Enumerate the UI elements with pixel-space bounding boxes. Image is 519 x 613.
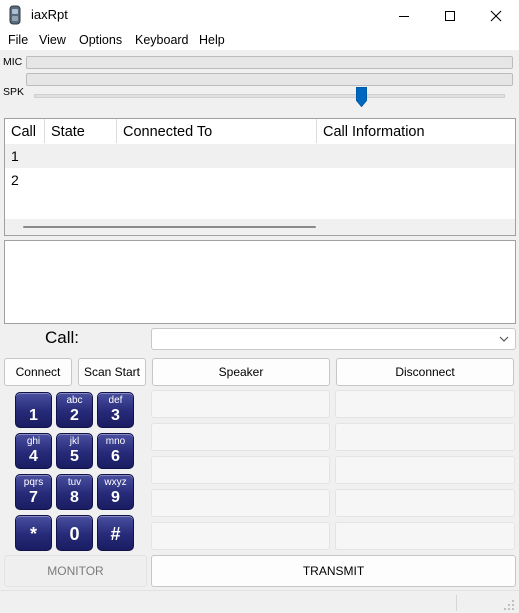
macro-button[interactable] — [151, 423, 330, 451]
column-header-call-information[interactable]: Call Information — [317, 119, 515, 143]
close-icon — [490, 10, 502, 21]
keypad-key-hash[interactable]: # — [97, 515, 134, 551]
menu-file[interactable]: File — [8, 33, 28, 47]
mic-level-meter — [26, 56, 513, 69]
macro-button[interactable] — [151, 390, 330, 418]
connect-button[interactable]: Connect — [4, 358, 72, 386]
macro-button[interactable] — [335, 390, 515, 418]
column-header-connected-to[interactable]: Connected To — [117, 119, 317, 143]
maximize-button[interactable] — [427, 0, 473, 31]
spk-level-meter — [26, 73, 513, 86]
close-button[interactable] — [473, 0, 519, 31]
keypad-key-6[interactable]: mno 6 — [97, 433, 134, 469]
macro-button[interactable] — [335, 456, 515, 484]
resize-grip-icon[interactable] — [503, 599, 515, 611]
log-text-area[interactable] — [4, 240, 516, 324]
title-bar: iaxRpt — [0, 0, 519, 31]
monitor-button[interactable]: MONITOR — [4, 555, 147, 587]
main-content: MIC SPK Call State Connected To Call Inf… — [0, 50, 519, 613]
call-label: Call: — [45, 328, 80, 347]
menu-options[interactable]: Options — [79, 33, 122, 47]
minimize-button[interactable] — [381, 0, 427, 31]
call-number: 2 — [11, 172, 19, 188]
table-row[interactable]: 1 — [5, 144, 515, 168]
keypad-key-2[interactable]: abc 2 — [56, 392, 93, 428]
column-header-state[interactable]: State — [45, 119, 117, 143]
keypad-key-5[interactable]: jkl 5 — [56, 433, 93, 469]
macro-button[interactable] — [335, 489, 515, 517]
call-number: 1 — [11, 148, 19, 164]
macro-button[interactable] — [151, 489, 330, 517]
status-bar — [0, 590, 519, 613]
keypad-key-star[interactable]: * — [15, 515, 52, 551]
table-row[interactable]: 2 — [5, 168, 515, 192]
transmit-button[interactable]: TRANSMIT — [151, 555, 516, 587]
chevron-down-icon — [499, 336, 509, 342]
status-divider — [456, 595, 457, 611]
scrollbar-thumb[interactable] — [23, 226, 316, 228]
keypad-key-1[interactable]: 1 — [15, 392, 52, 428]
spk-label: SPK — [3, 86, 25, 98]
menu-help[interactable]: Help — [199, 33, 225, 47]
keypad-key-4[interactable]: ghi 4 — [15, 433, 52, 469]
minimize-icon — [399, 15, 409, 17]
keypad-key-8[interactable]: tuv 8 — [56, 474, 93, 510]
window-title: iaxRpt — [31, 7, 68, 22]
speaker-volume-slider[interactable] — [356, 87, 367, 107]
speaker-volume-track[interactable] — [34, 94, 505, 98]
maximize-icon — [445, 10, 455, 21]
calls-table: Call State Connected To Call Information… — [4, 118, 516, 236]
macro-button[interactable] — [335, 423, 515, 451]
horizontal-scrollbar[interactable] — [5, 219, 515, 235]
keypad-key-9[interactable]: wxyz 9 — [97, 474, 134, 510]
menu-view[interactable]: View — [39, 33, 66, 47]
scan-start-button[interactable]: Scan Start — [78, 358, 146, 386]
call-destination-combobox[interactable] — [151, 328, 516, 350]
app-icon — [9, 5, 21, 25]
macro-button[interactable] — [151, 456, 330, 484]
speaker-button[interactable]: Speaker — [152, 358, 330, 386]
macro-button[interactable] — [335, 522, 515, 550]
mic-label: MIC — [3, 56, 23, 68]
disconnect-button[interactable]: Disconnect — [336, 358, 514, 386]
macro-button[interactable] — [151, 522, 330, 550]
keypad-key-0[interactable]: 0 — [56, 515, 93, 551]
keypad-key-7[interactable]: pqrs 7 — [15, 474, 52, 510]
menu-bar: File View Options Keyboard Help — [0, 31, 519, 50]
column-header-call[interactable]: Call — [5, 119, 45, 143]
keypad-key-3[interactable]: def 3 — [97, 392, 134, 428]
menu-keyboard[interactable]: Keyboard — [135, 33, 189, 47]
